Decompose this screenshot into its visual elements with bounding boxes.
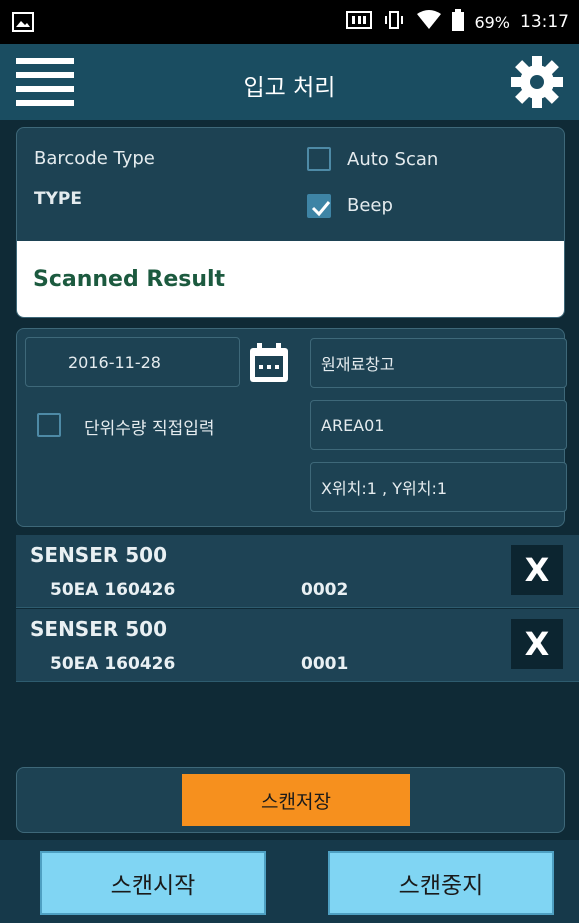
scan-start-button[interactable]: 스캔시작 [40,851,266,915]
gear-icon[interactable] [509,54,565,110]
beep-label: Beep [347,195,393,216]
bottom-action-bar: 스캔시작 스캔중지 [0,840,579,923]
list-item[interactable]: SENSER 500 50EA 160426 0001 X [16,609,579,682]
delete-item-button[interactable]: X [511,619,563,669]
barcode-type-label: Barcode Type [34,148,155,169]
scanned-result-box: Scanned Result [17,241,564,317]
item-sequence: 0002 [301,580,349,600]
calendar-icon[interactable] [247,341,291,385]
auto-scan-label: Auto Scan [347,149,439,170]
barcode-type-value[interactable]: TYPE [34,189,82,209]
date-field[interactable]: 2016-11-28 [25,337,240,387]
direct-input-checkbox[interactable] [37,413,61,437]
status-bar: 69% 13:17 [0,0,579,44]
battery-icon [452,9,465,35]
direct-input-label: 단위수량 직접입력 [84,419,215,439]
scan-stop-button[interactable]: 스캔중지 [328,851,554,915]
item-name: SENSER 500 [30,617,167,641]
scanned-result-label: Scanned Result [33,267,226,292]
gallery-icon [12,12,34,36]
save-panel: 스캔저장 [16,767,565,833]
beep-checkbox[interactable] [307,194,331,218]
position-field[interactable]: X위치:1 , Y위치:1 [310,462,567,512]
warehouse-field[interactable]: 원재료창고 [310,338,567,388]
item-name: SENSER 500 [30,543,167,567]
nfc-icon [346,11,373,33]
auto-scan-checkbox[interactable] [307,147,331,171]
clock: 13:17 [520,12,569,32]
item-info: 50EA 160426 [50,654,176,674]
vibrate-icon [382,10,406,34]
check-icon [311,201,331,217]
scan-save-button[interactable]: 스캔저장 [182,774,410,826]
item-info: 50EA 160426 [50,580,176,600]
list-item[interactable]: SENSER 500 50EA 160426 0002 X [16,535,579,608]
page-title: 입고 처리 [243,75,336,101]
battery-percent: 69% [474,12,510,32]
delete-item-button[interactable]: X [511,545,563,595]
area-field[interactable]: AREA01 [310,400,567,450]
scan-settings-panel: Barcode Type TYPE Auto Scan Beep Scanned… [16,127,565,318]
app-bar: 입고 처리 [0,44,579,120]
wifi-icon [416,10,442,34]
item-sequence: 0001 [301,654,349,674]
location-panel: 2016-11-28 원재료창고 AREA01 X위치:1 , Y위치:1 단위… [16,328,567,527]
